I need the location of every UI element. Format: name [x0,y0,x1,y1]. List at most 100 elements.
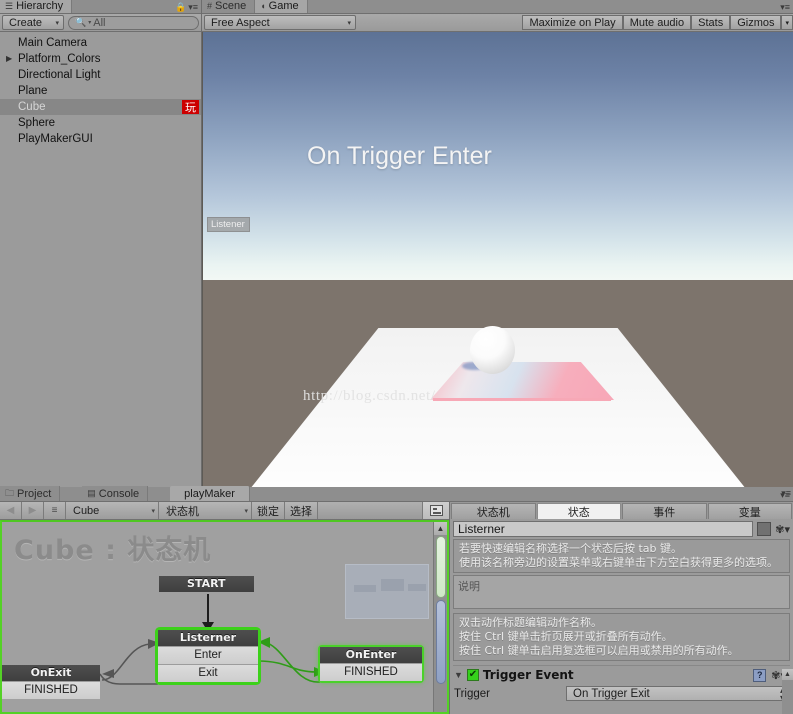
lock-icon[interactable]: 🔒 [175,2,186,13]
hierarchy-item[interactable]: Cube 玩 [0,99,201,115]
game-toolbar: Free Aspect ▾ Maximize on Play Mute audi… [202,14,793,32]
hierarchy-panel: ☰ Hierarchy 🔒 ▾≡ Create ▾ 🔍 ▾ All Main C… [0,0,202,487]
hierarchy-item[interactable]: Plane [0,83,201,99]
create-button[interactable]: Create ▾ [2,15,64,30]
watermark-text: http://blog.csdn.net/ [303,388,436,404]
state-name-input[interactable]: Listerner [453,521,754,537]
hierarchy-item-label: Plane [18,85,48,97]
fsm-dropdown-value: 状态机 [166,505,199,518]
fsm-node-start[interactable]: START [159,576,254,592]
select-button[interactable]: 选择 [285,502,318,519]
game-tabstrip: # Scene ◖ Game ▾≡ [202,0,793,14]
hamburger-icon[interactable]: ≡ [44,502,66,519]
hierarchy-tabstrip: ☰ Hierarchy 🔒 ▾≡ [0,0,201,14]
sphere-object [470,326,515,374]
playmaker-panel: 🗀 Project ▤ Console playMaker ▾≡ ◀ ▶ ≡ C… [0,486,793,714]
arrow-left-icon[interactable]: ◀ [0,502,22,519]
fsm-dropdown[interactable]: 状态机 ▾ [159,502,252,519]
fsm-node-title: START [159,576,254,592]
game-render-canvas[interactable]: On Trigger Enter Listener http://blog.cs… [202,32,793,487]
tab-fsm[interactable]: 状态机 [451,503,536,519]
hierarchy-item[interactable]: ▶ Platform_Colors [0,51,201,67]
scroll-up-icon[interactable]: ▲ [782,669,793,680]
stats-button[interactable]: Stats [691,15,731,30]
tab-project[interactable]: 🗀 Project [0,486,61,501]
graph-vertical-scrollbar[interactable]: ▲ [433,522,447,712]
hierarchy-item[interactable]: Sphere [0,115,201,131]
hierarchy-item[interactable]: Directional Light [0,67,201,83]
arrow-right-icon[interactable]: ▶ [22,502,44,519]
fsm-node-onexit[interactable]: OnExit FINISHED [2,665,100,699]
fsm-node-event-finished[interactable]: FINISHED [320,663,422,681]
state-color-swatch[interactable] [757,522,772,536]
hierarchy-icon: ☰ [5,0,14,11]
tab-console[interactable]: ▤ Console [82,486,149,501]
console-icon: ▤ [87,488,96,498]
gizmos-button[interactable]: Gizmos [730,15,782,30]
action-enabled-checkbox[interactable]: ✔ [466,669,479,681]
tab-playmaker[interactable]: playMaker [170,486,250,501]
folder-icon: 🗀 [5,488,15,498]
foldout-open-icon[interactable]: ▼ [454,670,463,680]
panel-menu-icon[interactable]: ▾≡ [781,488,791,499]
sky-background [203,32,793,280]
tab-events[interactable]: 事件 [622,503,707,519]
fsm-node-onenter[interactable]: OnEnter FINISHED [320,647,422,681]
state-help-box: 若要快速编辑名称选择一个状态后按 tab 键。 使用该名称旁边的设置菜单或右键单… [453,539,790,573]
tab-state[interactable]: 状态 [536,503,621,519]
hierarchy-item[interactable]: PlayMakerGUI [0,131,201,147]
fsm-node-listerner[interactable]: Listerner Enter Exit [158,630,258,682]
hierarchy-item-label: PlayMakerGUI [18,133,93,145]
hierarchy-item[interactable]: Main Camera [0,35,201,51]
action-title: Trigger Event [482,668,574,682]
inspector-tabstrip: 状态机 状态 事件 变量 [450,502,793,519]
expand-arrow-icon[interactable]: ▶ [6,55,17,63]
object-dropdown[interactable]: Cube ▾ [66,502,159,519]
action-help-line-2: 按住 Ctrl 键单击折页展开或折叠所有动作。 [459,630,673,643]
fsm-node-event-enter[interactable]: Enter [158,646,258,664]
hierarchy-list[interactable]: Main Camera ▶ Platform_Colors Directional L… [0,32,201,487]
create-button-label: Create [9,16,43,29]
chevron-down-icon: ▾ [347,19,351,27]
help-icon[interactable]: ? [753,668,767,682]
inspector-vertical-scrollbar[interactable]: ▲ [782,669,793,714]
fsm-graph-canvas[interactable]: Cube : 状态机 START Listerner Enter Exit On… [0,520,449,714]
state-description-input[interactable]: 说明 [453,575,790,609]
tab-hierarchy[interactable]: ☰ Hierarchy [0,0,73,13]
search-input-value: All [93,16,106,29]
fsm-node-event-finished[interactable]: FINISHED [2,681,100,699]
tab-events-label: 事件 [653,506,676,519]
chevron-down-icon: ▾ [151,507,155,515]
search-input[interactable]: 🔍 ▾ All [68,15,199,30]
lock-button[interactable]: 锁定 [252,502,285,519]
action-trigger-dropdown[interactable]: On Trigger Exit ▴▾ [566,686,789,701]
scroll-up-icon[interactable]: ▲ [434,522,447,535]
action-help-line-1: 双击动作标题编辑动作名称。 [459,616,602,629]
panel-menu-icon[interactable]: ▾≡ [780,2,793,13]
play-mode-badge: 玩 [182,100,199,114]
action-trigger-event-header[interactable]: ▼ ✔ Trigger Event ? ✾▾ [453,665,790,684]
state-help-line-1: 若要快速编辑名称选择一个状态后按 tab 键。 [459,542,683,555]
scrollbar-thumb-secondary[interactable] [436,600,446,684]
chevron-down-icon: ▾ [785,19,789,27]
tab-scene[interactable]: # Scene [202,0,256,13]
scrollbar-thumb[interactable] [436,536,446,598]
minimap-toggle-icon[interactable] [423,502,449,519]
chevron-down-icon: ▾ [55,19,59,27]
state-description-placeholder: 说明 [458,581,480,593]
gear-icon[interactable]: ✾▾ [775,523,790,536]
tab-variables[interactable]: 变量 [707,503,792,519]
maximize-on-play-button[interactable]: Maximize on Play [522,15,623,30]
toolbar-filler [318,502,423,519]
stats-label: Stats [698,16,724,29]
panel-menu-icon[interactable]: ▾≡ [188,2,198,13]
mute-audio-button[interactable]: Mute audio [622,15,692,30]
fsm-node-event-exit[interactable]: Exit [158,664,258,682]
fsm-graph-column: ◀ ▶ ≡ Cube ▾ 状态机 ▾ 锁定 选择 Cube: 状态机 STAR… [0,502,450,714]
state-name-row: Listerner ✾▾ [453,521,790,537]
scene-icon: # [207,0,213,11]
tab-game[interactable]: ◖ Game [255,0,308,13]
lock-button-label: 锁定 [257,505,279,518]
aspect-ratio-dropdown[interactable]: Free Aspect ▾ [204,15,356,30]
gizmos-dropdown-button[interactable]: ▾ [781,15,793,30]
